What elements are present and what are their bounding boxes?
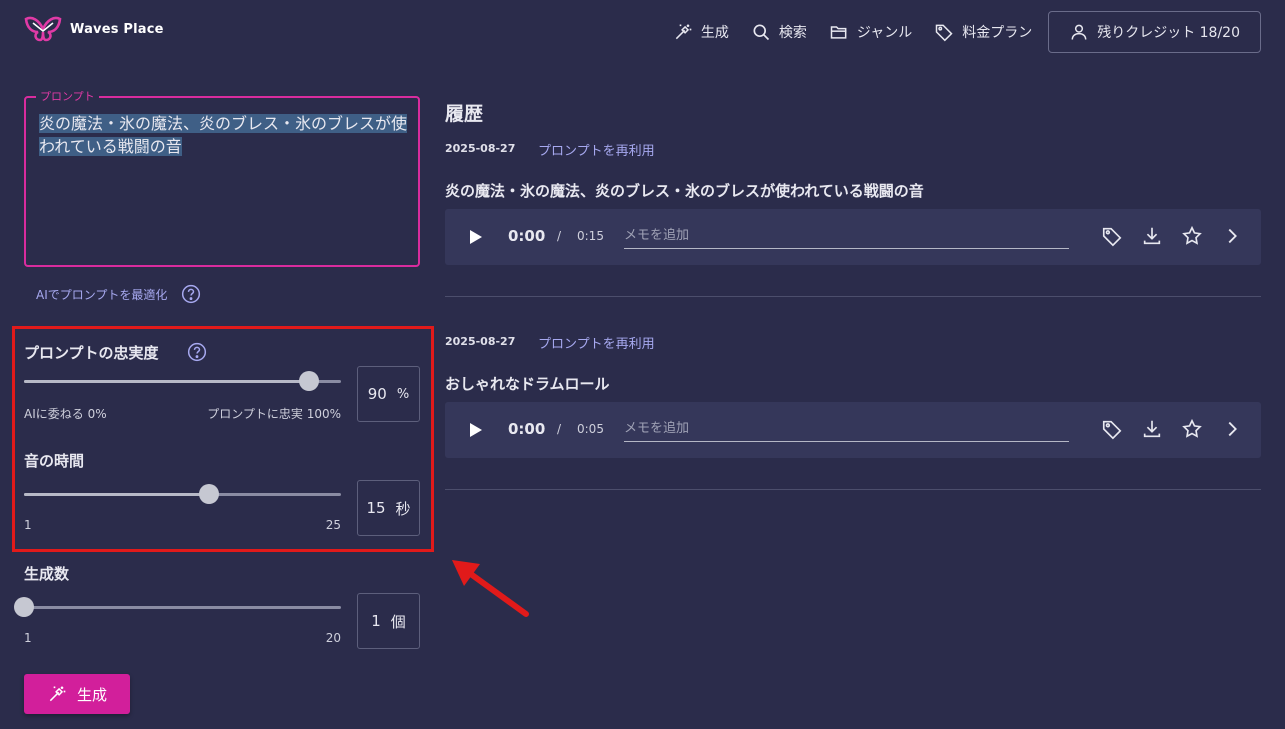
prompt-text: 炎の魔法・氷の魔法、炎のブレス・氷のブレスが使われている戦闘の音 bbox=[39, 112, 411, 158]
reuse-prompt-link[interactable]: プロンプトを再利用 bbox=[538, 333, 655, 352]
nav-search[interactable]: 検索 bbox=[751, 11, 807, 53]
count-value: 1 bbox=[371, 612, 381, 630]
folder-icon bbox=[830, 26, 847, 39]
optimize-prompt: AIでプロンプトを最適化 bbox=[36, 284, 201, 304]
magic-wand-icon bbox=[675, 24, 692, 40]
audio-player: 0:00 / 0:05 bbox=[445, 402, 1261, 458]
divider bbox=[445, 296, 1261, 297]
generate-button-label: 生成 bbox=[76, 685, 107, 704]
generate-button[interactable]: 生成 bbox=[24, 674, 130, 714]
entry-date: 2025-08-27 bbox=[445, 142, 516, 155]
count-min-label: 1 bbox=[24, 631, 32, 645]
help-icon[interactable] bbox=[181, 284, 201, 304]
prompt-selected-text: 炎の魔法・氷の魔法、炎のブレス・氷のブレスが使われている戦闘の音 bbox=[39, 114, 408, 156]
divider bbox=[445, 489, 1261, 490]
brand-name: Waves Place bbox=[70, 21, 164, 37]
total-time: 0:05 bbox=[577, 422, 604, 436]
download-icon[interactable] bbox=[1141, 418, 1163, 440]
entry-title: 炎の魔法・氷の魔法、炎のブレス・氷のブレスが使われている戦闘の音 bbox=[445, 182, 924, 200]
history-title: 履歴 bbox=[445, 103, 484, 125]
entry-date: 2025-08-27 bbox=[445, 335, 516, 348]
header: Waves Place 生成 検索 ジャンル 料金プラン 残りクレジット 18/… bbox=[0, 0, 1285, 64]
current-time: 0:00 bbox=[508, 420, 546, 438]
total-time: 0:15 bbox=[577, 229, 604, 243]
user-icon bbox=[1071, 24, 1087, 40]
nav-pricing-label: 料金プラン bbox=[962, 25, 1033, 41]
time-separator: / bbox=[557, 422, 562, 436]
star-icon[interactable] bbox=[1181, 225, 1203, 247]
optimize-prompt-link[interactable]: AIでプロンプトを最適化 bbox=[36, 286, 167, 303]
memo-input[interactable] bbox=[624, 416, 1069, 442]
count-max-label: 20 bbox=[325, 631, 341, 645]
time-separator: / bbox=[557, 229, 562, 243]
current-time: 0:00 bbox=[508, 227, 546, 245]
tag-icon[interactable] bbox=[1101, 225, 1123, 247]
magic-wand-icon bbox=[49, 686, 66, 702]
credits-label: 残りクレジット 18/20 bbox=[1097, 25, 1240, 41]
entry-title: おしゃれなドラムロール bbox=[445, 375, 610, 393]
reuse-prompt-link[interactable]: プロンプトを再利用 bbox=[538, 140, 655, 159]
search-icon bbox=[753, 24, 769, 41]
tag-icon bbox=[935, 24, 953, 42]
nav-pricing[interactable]: 料金プラン bbox=[934, 11, 1032, 53]
count-unit: 個 bbox=[390, 612, 406, 631]
count-value-input[interactable]: 1 個 bbox=[357, 593, 420, 649]
count-label: 生成数 bbox=[24, 565, 70, 583]
prompt-textarea[interactable]: プロンプト 炎の魔法・氷の魔法、炎のブレス・氷のブレスが使われている戦闘の音 bbox=[24, 90, 420, 267]
nav-genre[interactable]: ジャンル bbox=[829, 11, 912, 53]
play-icon[interactable] bbox=[467, 420, 485, 440]
nav-search-label: 検索 bbox=[778, 25, 807, 41]
brand-logo[interactable]: Waves Place bbox=[24, 16, 164, 42]
credits-button[interactable]: 残りクレジット 18/20 bbox=[1048, 11, 1261, 53]
nav-generate-label: 生成 bbox=[700, 25, 729, 41]
chevron-right-icon[interactable] bbox=[1221, 225, 1243, 247]
audio-player: 0:00 / 0:15 bbox=[445, 209, 1261, 265]
download-icon[interactable] bbox=[1141, 225, 1163, 247]
count-slider-thumb[interactable] bbox=[14, 597, 34, 617]
top-nav: 生成 検索 ジャンル 料金プラン 残りクレジット 18/20 bbox=[651, 11, 1261, 53]
nav-generate[interactable]: 生成 bbox=[673, 11, 729, 53]
tag-icon[interactable] bbox=[1101, 418, 1123, 440]
annotation-arrow-icon bbox=[452, 560, 529, 617]
chevron-right-icon[interactable] bbox=[1221, 418, 1243, 440]
play-icon[interactable] bbox=[467, 227, 485, 247]
nav-genre-label: ジャンル bbox=[856, 25, 913, 41]
butterfly-logo-icon bbox=[24, 16, 62, 42]
count-slider[interactable] bbox=[14, 597, 341, 617]
star-icon[interactable] bbox=[1181, 418, 1203, 440]
prompt-legend: プロンプト bbox=[36, 90, 99, 104]
memo-input[interactable] bbox=[624, 223, 1069, 249]
annotation-highlight-box bbox=[12, 326, 434, 552]
